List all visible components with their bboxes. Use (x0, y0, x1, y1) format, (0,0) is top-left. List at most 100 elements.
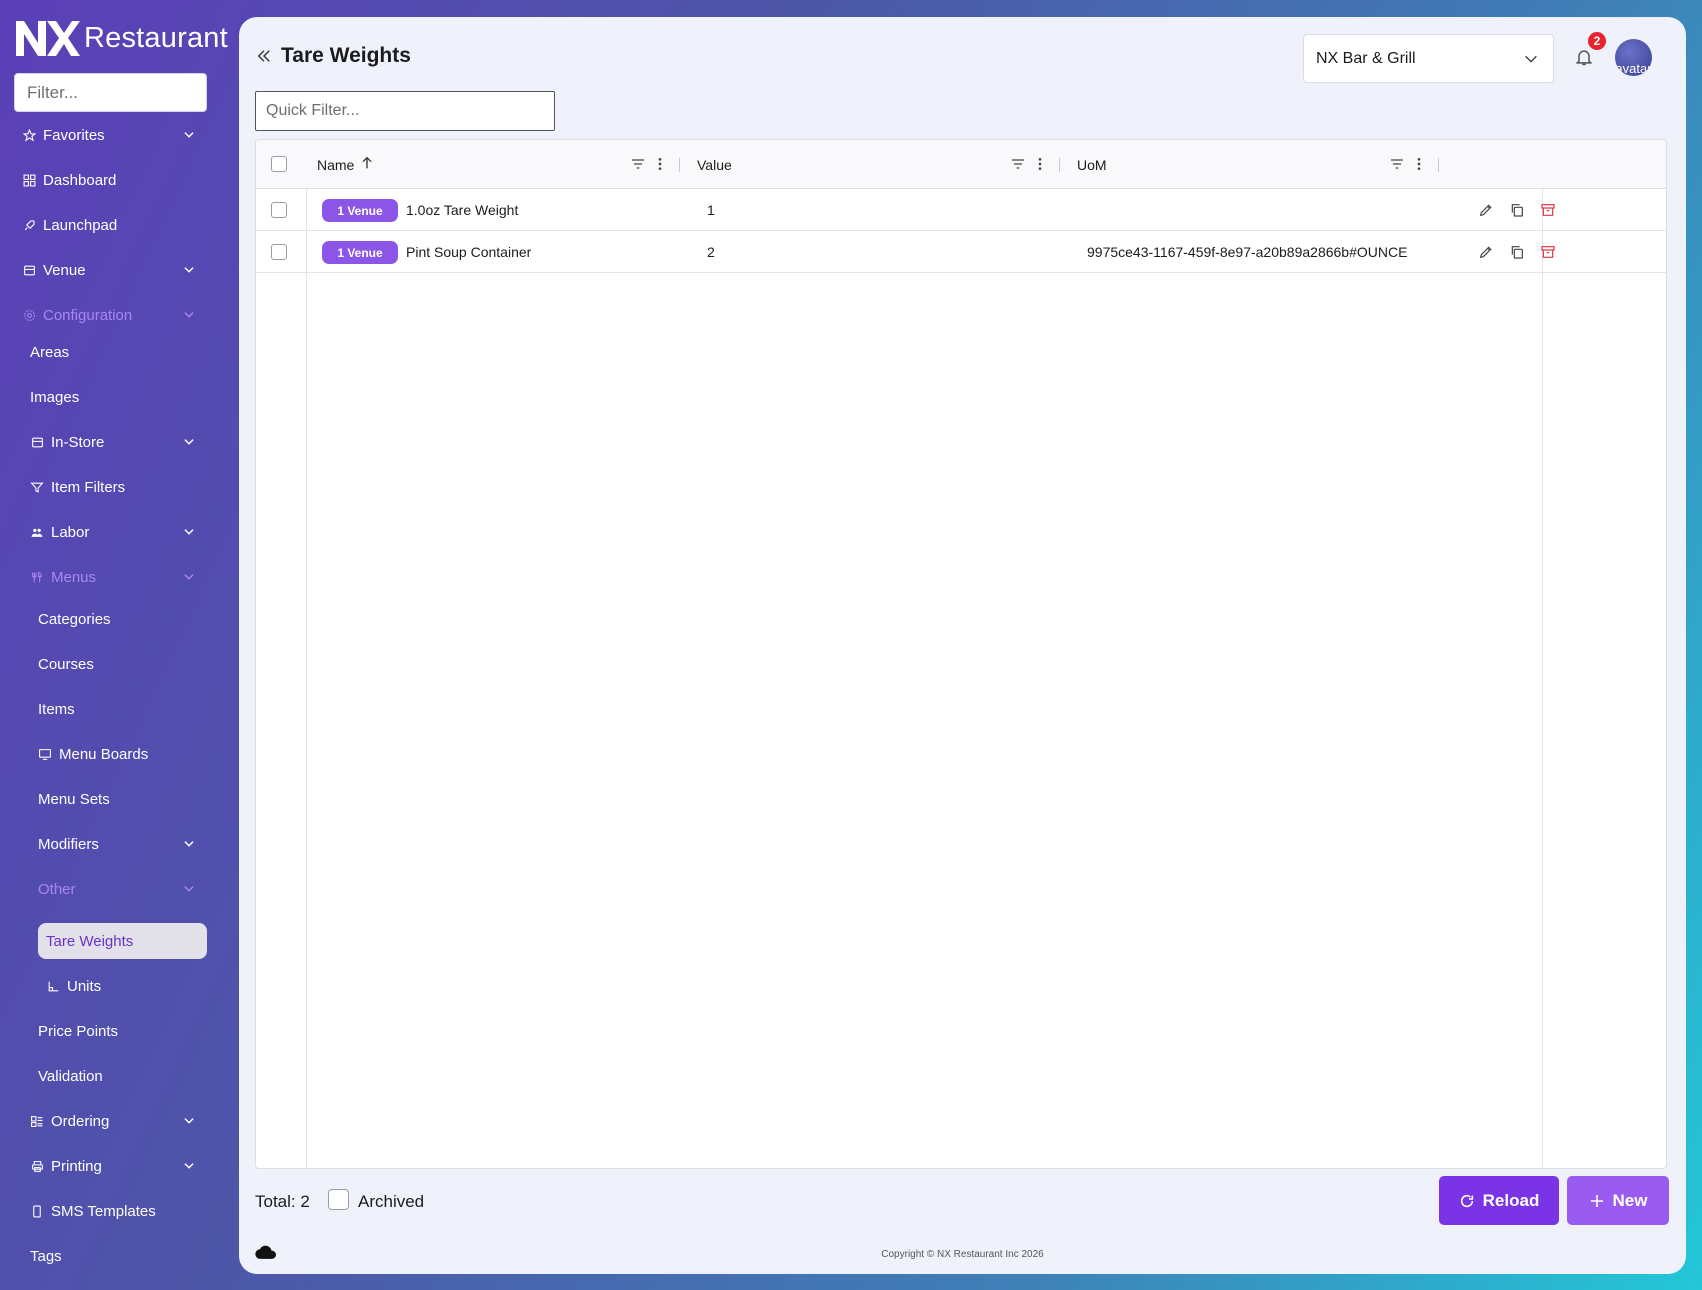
collapse-sidebar-icon[interactable] (255, 47, 273, 65)
sidebar-item-label: Areas (30, 343, 70, 361)
nx-logo-icon (16, 21, 80, 56)
main-panel: Tare Weights NX Bar & Grill 2 avatar Nam… (239, 17, 1686, 1274)
sidebar-item-favorites[interactable]: Favorites (22, 117, 105, 153)
rocket-icon (22, 218, 36, 232)
sidebar-item-label: Launchpad (43, 216, 118, 234)
sidebar-item-sms-templates[interactable]: SMS Templates (30, 1193, 156, 1229)
sidebar-item-ordering[interactable]: Ordering (30, 1103, 109, 1139)
quick-filter-input[interactable] (255, 91, 555, 131)
chevron-down-icon[interactable] (182, 435, 196, 449)
brand-logo[interactable]: Restaurant (14, 16, 228, 60)
sidebar-item-label: Categories (38, 610, 111, 628)
brand-name: Restaurant (84, 21, 228, 54)
sidebar-item-label: Courses (38, 655, 94, 673)
table-row[interactable]: 1 Venue Pint Soup Container 2 9975ce43-1… (256, 231, 1666, 273)
sidebar-item-printing[interactable]: Printing (30, 1148, 102, 1184)
sidebar-filter-input[interactable] (14, 73, 207, 112)
sidebar-item-validation[interactable]: Validation (38, 1058, 103, 1094)
sidebar-item-modifiers[interactable]: Modifiers (38, 826, 99, 862)
sidebar-item-item-filters[interactable]: Item Filters (30, 469, 125, 505)
edit-icon[interactable] (1478, 244, 1494, 260)
filter-icon[interactable] (630, 156, 646, 172)
column-resize-handle[interactable] (1059, 158, 1060, 172)
column-menu-icon[interactable] (1032, 156, 1048, 172)
sidebar-item-label: Labor (51, 523, 90, 541)
sidebar-item-menu-boards[interactable]: Menu Boards (38, 736, 148, 772)
sidebar-item-other[interactable]: Other (38, 871, 76, 907)
people-icon (30, 525, 44, 539)
sidebar-item-price-points[interactable]: Price Points (38, 1013, 118, 1049)
archive-icon[interactable] (1540, 202, 1556, 218)
sidebar-item-venue[interactable]: Venue (22, 252, 86, 288)
row-checkbox[interactable] (271, 202, 287, 218)
reload-button[interactable]: Reload (1439, 1176, 1559, 1225)
chevron-down-icon[interactable] (182, 570, 196, 584)
copy-icon[interactable] (1509, 244, 1525, 260)
edit-icon[interactable] (1478, 202, 1494, 218)
sidebar-item-label: Item Filters (51, 478, 126, 496)
ruler-icon (46, 979, 60, 993)
sidebar-item-menu-sets[interactable]: Menu Sets (38, 781, 110, 817)
column-resize-handle[interactable] (1438, 158, 1439, 172)
column-menu-icon[interactable] (1411, 156, 1427, 172)
sidebar-item-label: Validation (38, 1067, 103, 1085)
sidebar-item-label: Menus (51, 568, 97, 586)
select-all-checkbox[interactable] (271, 156, 287, 172)
column-header-value[interactable]: Value (697, 157, 732, 173)
chevron-down-icon[interactable] (182, 525, 196, 539)
archive-icon[interactable] (1540, 244, 1556, 260)
sidebar-item-label: Ordering (51, 1112, 110, 1130)
chevron-down-icon[interactable] (182, 308, 196, 322)
column-resize-handle[interactable] (679, 158, 680, 172)
sidebar-item-tags[interactable]: Tags (30, 1238, 62, 1274)
filter-icon[interactable] (1010, 156, 1026, 172)
grid-header: Name Value UoM (256, 140, 1666, 189)
row-checkbox[interactable] (271, 244, 287, 260)
dashboard-icon (22, 173, 36, 187)
store-icon (30, 435, 44, 449)
sidebar-item-categories[interactable]: Categories (38, 601, 111, 637)
archived-label[interactable]: Archived (358, 1192, 424, 1212)
sidebar-item-configuration[interactable]: Configuration (22, 297, 132, 333)
sidebar-item-courses[interactable]: Courses (38, 646, 94, 682)
sidebar-item-label: Other (38, 880, 76, 898)
venue-count-badge[interactable]: 1 Venue (322, 241, 398, 264)
avatar[interactable]: avatar (1615, 39, 1652, 76)
column-header-uom[interactable]: UoM (1077, 157, 1107, 173)
refresh-icon (1460, 1194, 1473, 1207)
venue-select[interactable]: NX Bar & Grill (1303, 34, 1554, 83)
sidebar-item-items[interactable]: Items (38, 691, 75, 727)
chevron-down-icon[interactable] (182, 263, 196, 277)
sidebar-item-areas[interactable]: Areas (30, 334, 69, 370)
chevron-down-icon[interactable] (182, 1159, 196, 1173)
new-button-label: New (1612, 1190, 1648, 1210)
sidebar-item-in-store[interactable]: In-Store (30, 424, 104, 460)
grid-divider (306, 140, 307, 1168)
column-menu-icon[interactable] (652, 156, 668, 172)
chevron-down-icon[interactable] (182, 128, 196, 142)
data-grid: Name Value UoM 1 Venue 1.0oz Tare Weight… (255, 139, 1667, 1169)
table-row[interactable]: 1 Venue 1.0oz Tare Weight 1 (256, 189, 1666, 231)
sidebar-item-menus[interactable]: Menus (30, 559, 96, 595)
sidebar-item-tare-weights[interactable]: Tare Weights (38, 923, 207, 959)
filter-icon[interactable] (1389, 156, 1405, 172)
sidebar-item-launchpad[interactable]: Launchpad (22, 207, 117, 243)
column-header-name[interactable]: Name (317, 157, 354, 173)
new-button[interactable]: New (1567, 1176, 1669, 1225)
venue-count-badge[interactable]: 1 Venue (322, 199, 398, 222)
cell-uom: 9975ce43-1167-459f-8e97-a20b89a2866b#OUN… (1087, 244, 1408, 260)
sidebar-item-label: Units (67, 977, 102, 995)
sidebar-item-label: In-Store (51, 433, 105, 451)
sidebar-item-dashboard[interactable]: Dashboard (22, 162, 116, 198)
sidebar-item-label: Modifiers (38, 835, 99, 853)
sidebar-item-units[interactable]: Units (46, 968, 101, 1004)
copy-icon[interactable] (1509, 202, 1525, 218)
chevron-down-icon[interactable] (182, 882, 196, 896)
sidebar-item-labor[interactable]: Labor (30, 514, 89, 550)
bell-icon[interactable] (1574, 47, 1594, 67)
chevron-down-icon[interactable] (182, 837, 196, 851)
archived-checkbox[interactable] (328, 1189, 349, 1210)
sort-ascending-icon[interactable] (359, 155, 375, 171)
chevron-down-icon[interactable] (182, 1114, 196, 1128)
sidebar-item-images[interactable]: Images (30, 379, 79, 415)
